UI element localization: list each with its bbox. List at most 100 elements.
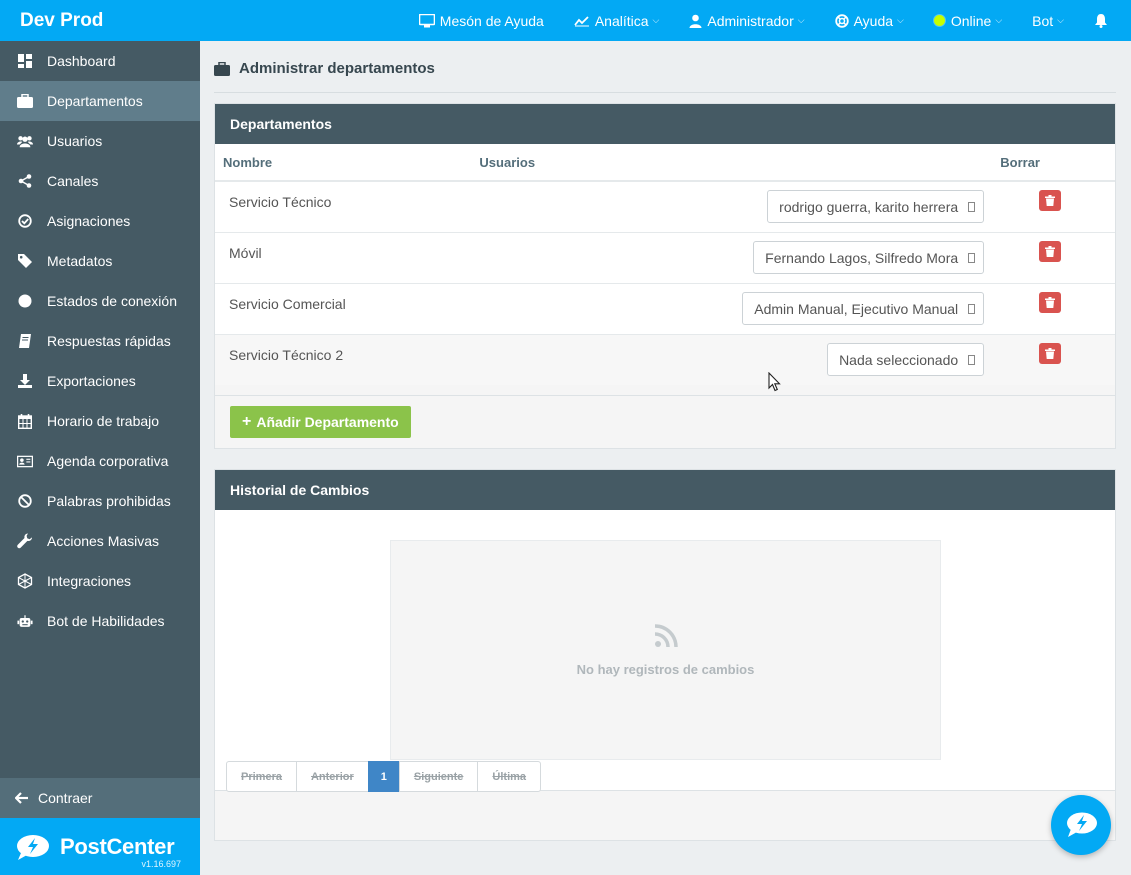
- wrench-icon: [17, 533, 33, 549]
- chart-line-icon: [574, 15, 589, 26]
- user-icon: [689, 14, 702, 28]
- sidebar-item-connection-states[interactable]: Estados de conexión: [0, 281, 200, 321]
- book-icon: [17, 333, 33, 349]
- ban-icon: [17, 493, 33, 509]
- pager-last[interactable]: Última: [477, 761, 542, 792]
- sidebar-item-users[interactable]: Usuarios: [0, 121, 200, 161]
- sidebar-item-label: Integraciones: [47, 573, 132, 589]
- pager-first[interactable]: Primera: [226, 761, 297, 792]
- column-header-delete: Borrar: [1000, 154, 1040, 170]
- logo-text: PostCenter: [60, 833, 175, 859]
- briefcase-icon: [17, 93, 33, 109]
- page-title-text: Administrar departamentos: [239, 60, 435, 77]
- id-card-icon: [17, 453, 33, 469]
- chat-button[interactable]: [1051, 795, 1111, 855]
- sidebar-item-dashboard[interactable]: Dashboard: [0, 41, 200, 81]
- table-header: Nombre Usuarios Borrar: [215, 144, 1115, 182]
- sidebar-item-assignments[interactable]: Asignaciones: [0, 201, 200, 241]
- pager-current[interactable]: 1: [367, 761, 400, 792]
- nav-bot-label: Bot: [1032, 12, 1054, 29]
- users-select-value: rodrigo guerra, karito herrera: [779, 198, 959, 215]
- title-divider: [214, 92, 1116, 93]
- column-header-users: Usuarios: [479, 154, 536, 170]
- sidebar-item-skills-bot[interactable]: Bot de Habilidades: [0, 601, 200, 641]
- dropdown-caret-icon: [968, 252, 976, 263]
- department-name: Servicio Comercial: [229, 296, 346, 312]
- nav-analytics-label: Analítica: [594, 12, 649, 29]
- departments-panel-footer: + Añadir Departamento: [215, 395, 1115, 448]
- users-select[interactable]: Admin Manual, Ejecutivo Manual: [742, 292, 985, 325]
- nav-status-label: Online: [950, 12, 992, 29]
- page-title: Administrar departamentos: [214, 60, 435, 77]
- sidebar-item-corporate-directory[interactable]: Agenda corporativa: [0, 441, 200, 481]
- delete-department-button[interactable]: [1038, 241, 1061, 262]
- sidebar-item-quick-replies[interactable]: Respuestas rápidas: [0, 321, 200, 361]
- nav-admin-label: Administrador: [707, 12, 794, 29]
- lifebuoy-icon: [834, 13, 849, 28]
- table-row: Servicio Técnico rodrigo guerra, karito …: [215, 182, 1115, 233]
- delete-department-button[interactable]: [1038, 190, 1061, 211]
- sidebar-item-label: Departamentos: [47, 93, 143, 109]
- users-select[interactable]: Fernando Lagos, Silfredo Mora: [753, 241, 985, 274]
- notifications-button[interactable]: [1094, 13, 1113, 28]
- sidebar-item-exports[interactable]: Exportaciones: [0, 361, 200, 401]
- sidebar-item-label: Agenda corporativa: [47, 453, 169, 469]
- table-row: Servicio Comercial Admin Manual, Ejecuti…: [215, 284, 1115, 335]
- share-icon: [17, 173, 33, 189]
- collapse-sidebar-button[interactable]: Contraer: [0, 778, 200, 818]
- bell-icon: [1095, 14, 1107, 28]
- dropdown-caret-icon: [968, 303, 976, 314]
- sidebar-item-integrations[interactable]: Integraciones: [0, 561, 200, 601]
- users-select[interactable]: rodrigo guerra, karito herrera: [767, 190, 985, 223]
- sidebar-item-channels[interactable]: Canales: [0, 161, 200, 201]
- sidebar-item-metadata[interactable]: Metadatos: [0, 241, 200, 281]
- users-select-value: Nada seleccionado: [839, 351, 959, 368]
- brand-title[interactable]: Dev Prod: [0, 10, 200, 32]
- nav-help-desk[interactable]: Mesón de Ayuda: [418, 13, 544, 29]
- nav-status[interactable]: Online ⌵: [933, 12, 1002, 29]
- delete-department-button[interactable]: [1038, 343, 1061, 364]
- sidebar-item-label: Canales: [47, 173, 99, 189]
- top-nav: Mesón de Ayuda Analítica ⌵ Administrador…: [200, 13, 1131, 29]
- arrow-left-icon: [15, 792, 29, 804]
- pager-prev[interactable]: Anterior: [295, 761, 369, 792]
- add-department-button[interactable]: + Añadir Departamento: [230, 406, 411, 438]
- top-bar: Dev Prod Mesón de Ayuda Analítica ⌵ Admi…: [0, 0, 1131, 41]
- monitor-icon: [418, 13, 435, 27]
- sidebar-item-label: Asignaciones: [47, 213, 131, 229]
- check-circle-icon: [17, 213, 33, 229]
- users-select[interactable]: Nada seleccionado: [827, 343, 985, 376]
- nav-bot[interactable]: Bot ⌵: [1032, 13, 1064, 29]
- sidebar-item-label: Estados de conexión: [47, 293, 177, 309]
- circle-icon: [17, 293, 33, 309]
- sidebar-item-label: Exportaciones: [47, 373, 136, 389]
- sidebar-item-label: Metadatos: [47, 253, 113, 269]
- trash-icon: [1044, 246, 1055, 257]
- chevron-down-icon: ⌵: [1057, 15, 1064, 25]
- briefcase-icon: [214, 61, 230, 76]
- nav-admin[interactable]: Administrador ⌵: [689, 12, 805, 29]
- users-select-value: Admin Manual, Ejecutivo Manual: [754, 300, 959, 317]
- sidebar-item-banned-words[interactable]: Palabras prohibidas: [0, 481, 200, 521]
- download-icon: [17, 373, 33, 389]
- departments-table: Nombre Usuarios Borrar Servicio Técnico …: [215, 144, 1115, 385]
- sidebar-item-work-schedule[interactable]: Horario de trabajo: [0, 401, 200, 441]
- rss-icon: [654, 623, 678, 647]
- robot-icon: [17, 613, 33, 629]
- users-select-value: Fernando Lagos, Silfredo Mora: [765, 249, 959, 266]
- department-name: Servicio Técnico: [229, 194, 332, 210]
- sidebar-item-bulk-actions[interactable]: Acciones Masivas: [0, 521, 200, 561]
- departments-panel: Departamentos Nombre Usuarios Borrar Ser…: [214, 103, 1116, 449]
- table-row: Servicio Técnico 2 Nada seleccionado: [215, 335, 1115, 385]
- delete-department-button[interactable]: [1038, 292, 1061, 313]
- table-row: Móvil Fernando Lagos, Silfredo Mora: [215, 233, 1115, 284]
- online-status-icon: [933, 15, 945, 26]
- nav-analytics[interactable]: Analítica ⌵: [574, 12, 659, 29]
- sidebar-item-label: Usuarios: [47, 133, 103, 149]
- sidebar-item-label: Respuestas rápidas: [47, 333, 171, 349]
- tag-icon: [17, 253, 33, 269]
- sidebar-item-departments[interactable]: Departamentos: [0, 81, 200, 121]
- nav-help[interactable]: Ayuda ⌵: [834, 13, 904, 29]
- pager-next[interactable]: Siguiente: [398, 761, 479, 792]
- sidebar-item-label: Horario de trabajo: [47, 413, 160, 429]
